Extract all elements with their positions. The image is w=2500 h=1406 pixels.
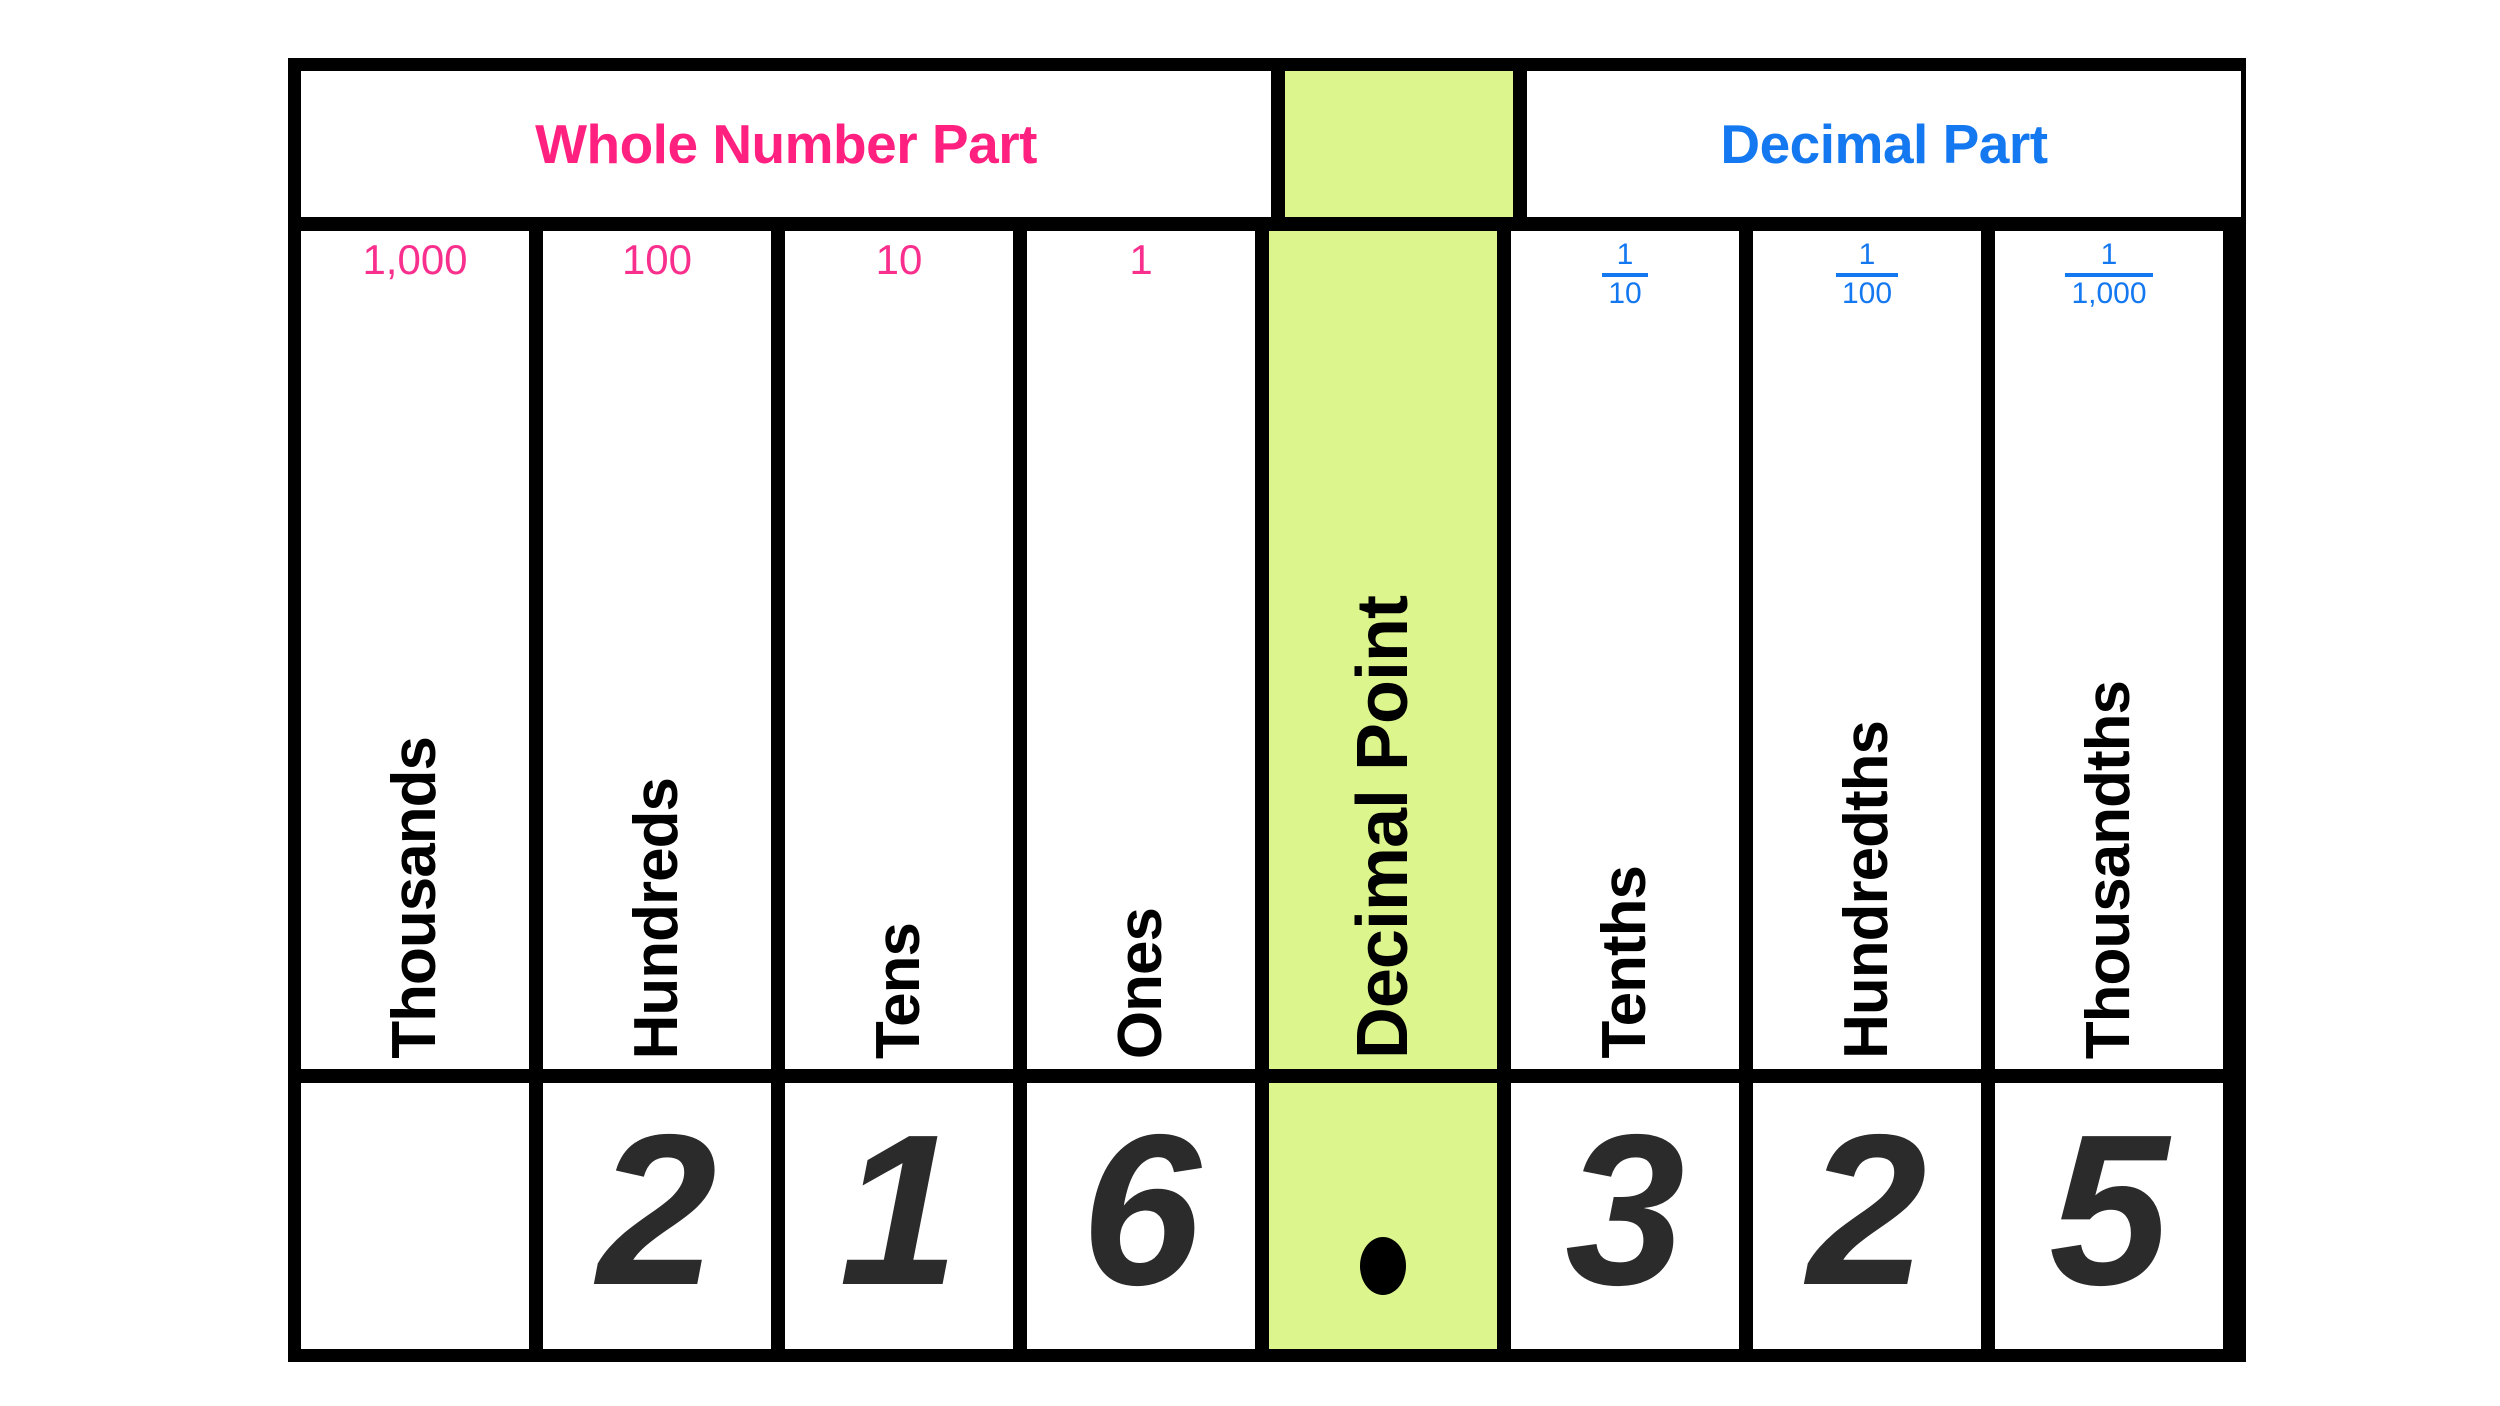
fraction-bar	[2065, 272, 2153, 277]
fraction-one-thousandth: 1 1,000	[2065, 238, 2153, 310]
divider	[1013, 1083, 1027, 1349]
divider	[1497, 231, 1511, 1069]
column-label-thousands: Thousands	[380, 737, 449, 1059]
label-wrap-tens: Tens	[785, 319, 1013, 1059]
column-tens: 10 Tens	[785, 231, 1013, 1069]
divider	[1013, 231, 1027, 1069]
label-wrap-ones: Ones	[1027, 319, 1255, 1059]
divider	[1255, 231, 1269, 1069]
fraction-denominator: 1,000	[2071, 276, 2147, 310]
digit-cell-thousands[interactable]	[301, 1083, 529, 1349]
column-label-tens: Tens	[864, 922, 933, 1059]
column-label-hundreds: Hundreds	[622, 777, 691, 1059]
column-label-thousandths: Thousandths	[2074, 680, 2143, 1059]
fraction-one-hundredth: 1 100	[1835, 238, 1899, 310]
decimal-point-dot-icon	[1360, 1237, 1406, 1295]
label-wrap-tenths: Tenths	[1511, 319, 1739, 1059]
digit-cell-decimal-point[interactable]	[1269, 1083, 1497, 1349]
column-label-hundredths: Hundredths	[1832, 721, 1901, 1059]
place-value-chart: Whole Number Part Decimal Part 1,000 Tho…	[288, 58, 2246, 1362]
group-header-decimal-part: Decimal Part	[1527, 71, 2241, 217]
group-header-whole-number-part: Whole Number Part	[301, 71, 1271, 217]
column-ones: 1 Ones	[1027, 231, 1255, 1069]
fraction-numerator: 1	[1858, 238, 1876, 271]
digit-cell-tenths[interactable]: 3	[1511, 1083, 1739, 1349]
digit-cell-thousandths[interactable]: 5	[1995, 1083, 2223, 1349]
place-value-label-row: 1,000 Thousands 100 Hundreds 10 Tens 1 O…	[301, 231, 2233, 1069]
divider	[1981, 1083, 1995, 1349]
divider	[1513, 71, 1527, 217]
divider	[1271, 71, 1285, 217]
place-value-tens: 10	[875, 236, 923, 283]
place-value-hundredths: 1 100	[1753, 239, 1981, 310]
label-wrap-thousandths: Thousandths	[1995, 319, 2223, 1059]
digit-cell-ones[interactable]: 6	[1027, 1083, 1255, 1349]
column-thousandths: 1 1,000 Thousandths	[1995, 231, 2223, 1069]
divider	[771, 1083, 785, 1349]
digit-row: 2 1 6 3 2 5	[301, 1083, 2233, 1349]
place-value-thousandths: 1 1,000	[1995, 239, 2223, 310]
divider	[1739, 231, 1753, 1069]
column-tenths: 1 10 Tenths	[1511, 231, 1739, 1069]
group-header-row: Whole Number Part Decimal Part	[301, 71, 2241, 217]
column-label-decimal-point: Decimal Point	[1343, 595, 1423, 1059]
label-wrap-hundredths: Hundredths	[1753, 319, 1981, 1059]
label-wrap-decimal-point: Decimal Point	[1269, 243, 1497, 1059]
label-wrap-hundreds: Hundreds	[543, 319, 771, 1059]
digit-cell-hundreds[interactable]: 2	[543, 1083, 771, 1349]
fraction-numerator: 1	[1616, 238, 1634, 271]
decimal-point-column-header-cell	[1285, 71, 1513, 217]
divider	[1981, 231, 1995, 1069]
divider	[1255, 1083, 1269, 1349]
place-value-thousands: 1,000	[362, 236, 468, 283]
place-value-ones: 1	[1129, 236, 1153, 283]
column-thousands: 1,000 Thousands	[301, 231, 529, 1069]
place-value-chart-canvas: Whole Number Part Decimal Part 1,000 Tho…	[0, 0, 2500, 1406]
divider	[1497, 1083, 1511, 1349]
divider	[1739, 1083, 1753, 1349]
divider	[529, 1083, 543, 1349]
column-label-ones: Ones	[1106, 907, 1175, 1059]
fraction-denominator: 10	[1608, 276, 1642, 310]
fraction-one-tenth: 1 10	[1602, 238, 1648, 310]
digit-cell-hundredths[interactable]: 2	[1753, 1083, 1981, 1349]
divider	[771, 231, 785, 1069]
fraction-numerator: 1	[2100, 238, 2118, 271]
fraction-bar	[1835, 272, 1899, 277]
place-value-hundreds: 100	[621, 236, 693, 283]
column-decimal-point: Decimal Point	[1269, 231, 1497, 1069]
digit-cell-tens[interactable]: 1	[785, 1083, 1013, 1349]
fraction-denominator: 100	[1841, 276, 1893, 310]
column-hundreds: 100 Hundreds	[543, 231, 771, 1069]
divider	[529, 231, 543, 1069]
column-label-tenths: Tenths	[1590, 866, 1659, 1059]
place-value-tenths: 1 10	[1511, 239, 1739, 310]
fraction-bar	[1602, 272, 1648, 277]
label-wrap-thousands: Thousands	[301, 319, 529, 1059]
column-hundredths: 1 100 Hundredths	[1753, 231, 1981, 1069]
